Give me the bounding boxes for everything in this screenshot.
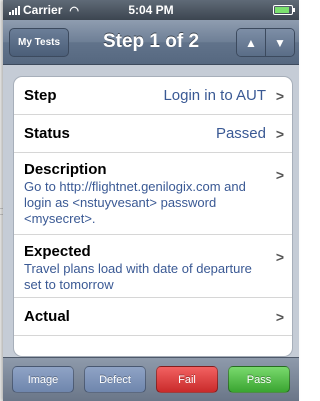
pass-button[interactable]: Pass: [228, 366, 290, 393]
image-button[interactable]: Image: [12, 366, 74, 393]
up-arrow-icon[interactable]: ▲: [237, 29, 265, 56]
fail-button[interactable]: Fail: [156, 366, 218, 393]
chevron-right-icon: >: [275, 167, 284, 183]
down-arrow-icon[interactable]: ▼: [265, 29, 294, 56]
description-label: Description: [24, 161, 107, 178]
step-details-table: Step Login in to AUT > Status Passed > D…: [13, 76, 293, 357]
defect-button[interactable]: Defect: [84, 366, 146, 393]
chevron-right-icon: >: [275, 125, 284, 142]
step-row[interactable]: Step Login in to AUT >: [14, 77, 292, 115]
carrier-label: Carrier: [23, 3, 63, 17]
chevron-right-icon: >: [275, 87, 284, 104]
chevron-right-icon: >: [275, 249, 284, 265]
battery-icon: [273, 5, 295, 15]
carrier-group: Carrier ◠: [9, 3, 79, 17]
status-label: Status: [24, 125, 70, 142]
action-toolbar: Image Defect Fail Pass: [3, 357, 299, 401]
status-row[interactable]: Status Passed >: [14, 115, 292, 153]
actual-label: Actual: [24, 308, 70, 325]
expected-row[interactable]: Expected Travel plans load with date of …: [14, 235, 292, 298]
step-value: Login in to AUT: [163, 87, 266, 104]
signal-icon: [9, 5, 20, 15]
status-bar: Carrier ◠ 5:04 PM: [3, 0, 299, 20]
expected-label: Expected: [24, 243, 91, 260]
step-navigation: ▲ ▼: [236, 28, 295, 57]
chevron-right-icon: >: [275, 308, 284, 325]
actual-row[interactable]: Actual >: [14, 298, 292, 336]
phone-screen: Carrier ◠ 5:04 PM My Tests Step 1 of 2 ▲…: [3, 0, 299, 401]
description-text: Go to http://flightnet.genilogix.com and…: [24, 179, 246, 226]
description-row[interactable]: Description Go to http://flightnet.genil…: [14, 153, 292, 235]
status-value: Passed: [215, 125, 266, 142]
step-label: Step: [24, 87, 57, 104]
navigation-bar: My Tests Step 1 of 2 ▲ ▼: [3, 20, 299, 65]
my-tests-button[interactable]: My Tests: [9, 27, 70, 57]
expected-text: Travel plans load with date of departure…: [24, 261, 252, 292]
wifi-icon: ◠: [69, 4, 79, 17]
